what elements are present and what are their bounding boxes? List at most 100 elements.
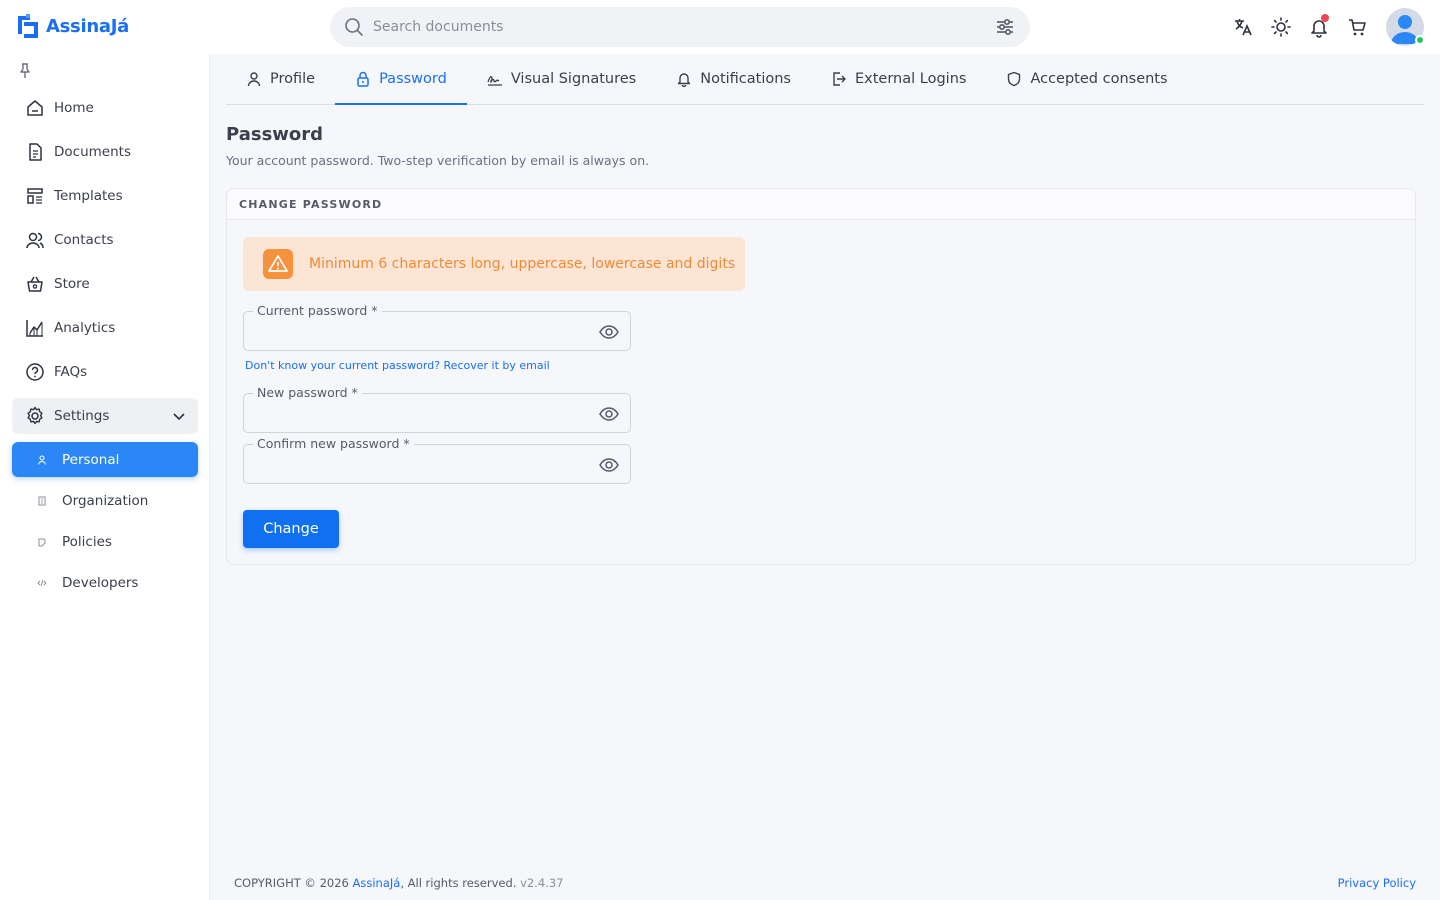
sidebar-item-analytics[interactable]: Analytics bbox=[12, 310, 198, 346]
sidebar-item-documents[interactable]: Documents bbox=[12, 134, 198, 170]
sidebar-item-store[interactable]: Store bbox=[12, 266, 198, 302]
user-avatar[interactable] bbox=[1386, 8, 1425, 46]
building-icon bbox=[36, 495, 48, 507]
search-input[interactable]: Search documents bbox=[373, 19, 994, 35]
sidebar-subitem-policies[interactable]: Policies bbox=[12, 524, 198, 559]
tab-profile[interactable]: Profile bbox=[226, 54, 335, 104]
sidebar-item-label: Analytics bbox=[54, 320, 116, 336]
cart-icon[interactable] bbox=[1338, 7, 1376, 47]
notification-dot bbox=[1321, 14, 1329, 22]
sidebar-item-label: FAQs bbox=[54, 364, 88, 380]
alert-text: Minimum 6 characters long, uppercase, lo… bbox=[309, 256, 736, 272]
eye-icon[interactable] bbox=[598, 403, 620, 425]
sidebar-subitem-label: Policies bbox=[62, 533, 112, 550]
sidebar-item-label: Home bbox=[54, 100, 94, 116]
tab-label: Password bbox=[379, 71, 447, 87]
store-icon bbox=[24, 273, 46, 295]
recover-password-link[interactable]: Don't know your current password? Recove… bbox=[245, 359, 550, 372]
sidebar: Home Documents Templates Contacts Store … bbox=[0, 54, 210, 900]
tab-accepted-consents[interactable]: Accepted consents bbox=[986, 54, 1187, 104]
help-icon bbox=[24, 361, 46, 383]
tab-password[interactable]: Password bbox=[335, 54, 467, 105]
search-bar[interactable]: Search documents bbox=[330, 7, 1030, 47]
settings-tabs: Profile Password Visual Signatures Notif… bbox=[226, 54, 1424, 105]
user-icon bbox=[36, 454, 48, 466]
page-subtitle: Your account password. Two-step verifica… bbox=[226, 153, 650, 168]
filter-icon[interactable] bbox=[994, 16, 1016, 38]
tab-notifications[interactable]: Notifications bbox=[656, 54, 811, 104]
gear-icon bbox=[24, 405, 46, 427]
sidebar-item-label: Contacts bbox=[54, 232, 114, 248]
sidebar-item-templates[interactable]: Templates bbox=[12, 178, 198, 214]
notifications-bell-icon[interactable] bbox=[1300, 7, 1338, 47]
page-title: Password bbox=[226, 124, 324, 145]
tab-label: Notifications bbox=[700, 71, 791, 87]
lock-icon bbox=[355, 71, 371, 87]
sidebar-nav: Home Documents Templates Contacts Store … bbox=[12, 90, 198, 606]
top-header: AssinaJá Search documents bbox=[0, 0, 1440, 54]
pin-icon[interactable] bbox=[16, 62, 34, 80]
header-actions bbox=[1224, 7, 1425, 47]
sidebar-subitem-developers[interactable]: Developers bbox=[12, 565, 198, 600]
sidebar-item-contacts[interactable]: Contacts bbox=[12, 222, 198, 258]
current-password-field[interactable]: Current password * bbox=[243, 303, 631, 351]
sidebar-item-label: Templates bbox=[54, 188, 123, 204]
tab-label: External Logins bbox=[855, 71, 967, 87]
tab-label: Accepted consents bbox=[1030, 71, 1168, 87]
online-status-dot bbox=[1415, 35, 1425, 45]
shield-icon bbox=[1006, 71, 1022, 87]
sidebar-subitem-organization[interactable]: Organization bbox=[12, 483, 198, 518]
sidebar-item-label: Documents bbox=[54, 144, 131, 160]
warning-icon bbox=[263, 249, 293, 279]
copyright-text: COPYRIGHT © 2026 bbox=[234, 876, 349, 890]
chevron-down-icon bbox=[172, 409, 186, 423]
change-password-button[interactable]: Change bbox=[243, 510, 339, 548]
sidebar-subitem-label: Organization bbox=[62, 492, 149, 509]
translate-icon[interactable] bbox=[1224, 7, 1262, 47]
sidebar-item-home[interactable]: Home bbox=[12, 90, 198, 126]
template-icon bbox=[24, 185, 46, 207]
app-logo[interactable]: AssinaJá bbox=[16, 12, 129, 40]
sidebar-item-label: Settings bbox=[54, 408, 110, 424]
analytics-icon bbox=[24, 317, 46, 339]
login-icon bbox=[831, 71, 847, 87]
signature-icon bbox=[487, 71, 503, 87]
home-icon bbox=[24, 97, 46, 119]
eye-icon[interactable] bbox=[598, 321, 620, 343]
tab-visual-signatures[interactable]: Visual Signatures bbox=[467, 54, 656, 104]
confirm-password-label: Confirm new password * bbox=[253, 436, 414, 451]
tab-external-logins[interactable]: External Logins bbox=[811, 54, 986, 104]
code-icon bbox=[36, 577, 48, 589]
sidebar-subitem-personal[interactable]: Personal bbox=[12, 442, 198, 477]
confirm-password-field[interactable]: Confirm new password * bbox=[243, 436, 631, 484]
user-icon bbox=[246, 71, 262, 87]
footer: COPYRIGHT © 2026 AssinaJá, All rights re… bbox=[234, 876, 1416, 890]
theme-toggle-icon[interactable] bbox=[1262, 7, 1300, 47]
eye-icon[interactable] bbox=[598, 454, 620, 476]
footer-copyright: COPYRIGHT © 2026 AssinaJá, All rights re… bbox=[234, 876, 563, 890]
sidebar-item-settings[interactable]: Settings bbox=[12, 398, 198, 434]
sidebar-item-label: Store bbox=[54, 276, 90, 292]
policy-icon bbox=[36, 536, 48, 548]
sidebar-subitem-label: Personal bbox=[62, 451, 120, 468]
rights-text: , All rights reserved. bbox=[400, 876, 517, 890]
new-password-label: New password * bbox=[253, 385, 362, 400]
logo-icon bbox=[16, 12, 40, 40]
tab-label: Profile bbox=[270, 71, 316, 87]
tab-label: Visual Signatures bbox=[510, 71, 637, 87]
footer-brand-link[interactable]: AssinaJá bbox=[353, 876, 401, 890]
bell-icon bbox=[676, 71, 692, 87]
search-icon bbox=[344, 17, 364, 37]
sidebar-item-faqs[interactable]: FAQs bbox=[12, 354, 198, 390]
new-password-field[interactable]: New password * bbox=[243, 385, 631, 433]
version-text: v2.4.37 bbox=[520, 876, 564, 890]
change-password-card: CHANGE PASSWORD Minimum 6 characters lon… bbox=[226, 188, 1416, 565]
privacy-policy-link[interactable]: Privacy Policy bbox=[1338, 876, 1416, 890]
current-password-label: Current password * bbox=[253, 303, 382, 318]
main-content: Profile Password Visual Signatures Notif… bbox=[226, 54, 1424, 565]
sidebar-subitem-label: Developers bbox=[62, 574, 139, 591]
card-header: CHANGE PASSWORD bbox=[227, 189, 1415, 220]
document-icon bbox=[24, 141, 46, 163]
password-requirements-alert: Minimum 6 characters long, uppercase, lo… bbox=[243, 237, 745, 291]
contacts-icon bbox=[24, 229, 46, 251]
